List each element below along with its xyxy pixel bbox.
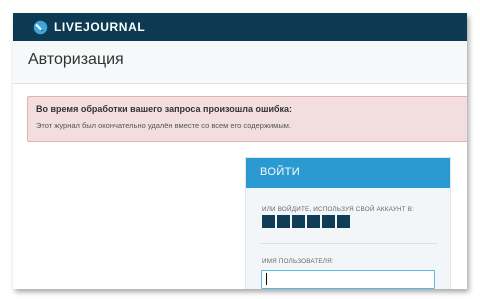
social-login-button-1[interactable] xyxy=(262,215,275,228)
top-navigation-bar: LIVEJOURNAL xyxy=(13,13,467,41)
page-frame: LIVEJOURNAL Авторизация Во время обработ… xyxy=(13,13,467,289)
livejournal-logo[interactable]: LIVEJOURNAL xyxy=(33,18,145,36)
error-title: Во время обработки вашего запроса произо… xyxy=(36,104,293,114)
social-login-button-3[interactable] xyxy=(292,215,305,228)
text-cursor xyxy=(266,273,267,285)
login-header: ВОЙТИ xyxy=(246,158,450,188)
username-label: ИМЯ ПОЛЬЗОВАТЕЛЯ: xyxy=(262,258,334,265)
social-login-label: ИЛИ ВОЙДИТЕ, ИСПОЛЬЗУЯ СВОЙ АККАУНТ В: xyxy=(262,206,415,213)
social-login-buttons xyxy=(262,215,350,228)
page-title-bar: Авторизация xyxy=(13,41,467,84)
error-message: Этот журнал был окончательно удалён вмес… xyxy=(36,121,291,130)
divider xyxy=(261,243,437,244)
social-login-button-2[interactable] xyxy=(277,215,290,228)
login-header-label: ВОЙТИ xyxy=(260,166,301,178)
error-alert: Во время обработки вашего запроса произо… xyxy=(27,96,467,142)
page-title: Авторизация xyxy=(28,51,124,68)
livejournal-pencil-icon xyxy=(33,20,48,34)
username-input[interactable] xyxy=(261,270,435,289)
social-login-button-6[interactable] xyxy=(337,215,350,228)
social-login-button-4[interactable] xyxy=(307,215,320,228)
logo-text: LIVEJOURNAL xyxy=(54,20,146,34)
social-login-button-5[interactable] xyxy=(322,215,335,228)
